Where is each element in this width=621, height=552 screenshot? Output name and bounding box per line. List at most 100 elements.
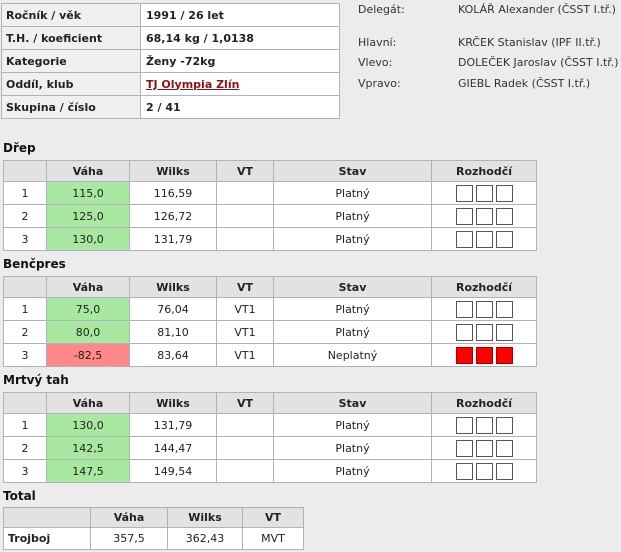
club-link[interactable]: TJ Olympia Zlín — [146, 78, 239, 91]
header-blank — [3, 507, 91, 528]
header-vt: VT — [216, 160, 274, 182]
attempt-row: 2 125,0 126,72 Platný — [3, 204, 537, 228]
jury-lights — [432, 416, 536, 434]
attempt-status: Platný — [273, 413, 432, 437]
attempt-vt — [216, 413, 274, 437]
referee-role: Vlevo: — [358, 56, 393, 69]
attempt-vt: VT1 — [216, 320, 274, 344]
jury-light-red — [455, 346, 473, 364]
lift-header-row: Váha Wilks VT Stav Rozhodčí — [3, 160, 537, 182]
attempt-weight: 142,5 — [46, 436, 130, 460]
attempt-number: 1 — [3, 413, 47, 437]
attempt-vt — [216, 436, 274, 460]
attempt-status: Platný — [273, 181, 432, 205]
jury-light-empty — [495, 439, 513, 457]
attempt-number: 2 — [3, 436, 47, 460]
attempt-wilks: 144,47 — [129, 436, 217, 460]
jury-light-empty — [475, 300, 493, 318]
referee-name: KRČEK Stanislav (IPF II.tř.) — [458, 36, 601, 49]
jury-lights — [432, 323, 536, 341]
jury-light-empty — [475, 323, 493, 341]
referee-role: Vpravo: — [358, 77, 401, 90]
attempt-row: 2 80,0 81,10 VT1 Platný — [3, 320, 537, 344]
attempt-row: 1 115,0 116,59 Platný — [3, 181, 537, 205]
attempt-wilks: 131,79 — [129, 227, 217, 251]
attempt-vt — [216, 181, 274, 205]
section-title: Benčpres — [3, 257, 66, 271]
attempt-vt: VT1 — [216, 343, 274, 367]
lift-table: Váha Wilks VT Stav Rozhodčí 1 130,0 131,79 Platn… — [3, 392, 537, 483]
header-wilks: Wilks — [129, 276, 217, 298]
info-label: Kategorie — [1, 49, 141, 73]
header-vt: VT — [216, 276, 274, 298]
attempt-status: Platný — [273, 204, 432, 228]
attempt-wilks: 126,72 — [129, 204, 217, 228]
attempt-weight: 75,0 — [46, 297, 130, 321]
attempt-jury — [431, 459, 537, 483]
referee-role: Delegát: — [358, 3, 405, 16]
jury-light-empty — [495, 323, 513, 341]
header-vaha: Váha — [46, 276, 130, 298]
total-wilks: 362,43 — [167, 527, 243, 550]
referee-name: GIEBL Radek (ČSST I.tř.) — [458, 77, 591, 90]
info-label: Skupina / číslo — [1, 95, 141, 119]
header-rozhodci: Rozhodčí — [431, 160, 537, 182]
attempt-weight: 115,0 — [46, 181, 130, 205]
jury-light-empty — [495, 462, 513, 480]
header-attempt — [3, 276, 47, 298]
attempt-number: 3 — [3, 459, 47, 483]
header-rozhodci: Rozhodčí — [431, 276, 537, 298]
attempt-jury — [431, 320, 537, 344]
info-value: Ženy -72kg — [140, 49, 340, 73]
info-value: 68,14 kg / 1,0138 — [140, 26, 340, 50]
attempt-wilks: 131,79 — [129, 413, 217, 437]
referee-role: Hlavní: — [358, 36, 397, 49]
jury-light-red — [475, 346, 493, 364]
attempt-jury — [431, 297, 537, 321]
attempt-status: Platný — [273, 227, 432, 251]
jury-light-empty — [455, 230, 473, 248]
referee-name: DOLEČEK Jaroslav (ČSST I.tř.) — [458, 56, 619, 69]
attempt-row: 3 147,5 149,54 Platný — [3, 459, 537, 483]
attempt-weight: 130,0 — [46, 413, 130, 437]
info-row: Oddíl, klub TJ Olympia Zlín — [1, 72, 340, 96]
jury-light-empty — [475, 439, 493, 457]
header-stav: Stav — [273, 276, 432, 298]
header-stav: Stav — [273, 392, 432, 414]
attempt-status: Platný — [273, 436, 432, 460]
section-title: Dřep — [3, 141, 36, 155]
attempt-wilks: 83,64 — [129, 343, 217, 367]
attempt-row: 2 142,5 144,47 Platný — [3, 436, 537, 460]
jury-light-empty — [495, 416, 513, 434]
attempt-weight: 130,0 — [46, 227, 130, 251]
jury-light-empty — [455, 416, 473, 434]
attempt-vt — [216, 459, 274, 483]
attempt-weight: 125,0 — [46, 204, 130, 228]
info-row: Kategorie Ženy -72kg — [1, 49, 340, 73]
jury-light-empty — [455, 207, 473, 225]
attempt-number: 1 — [3, 181, 47, 205]
jury-light-empty — [475, 230, 493, 248]
attempt-wilks: 81,10 — [129, 320, 217, 344]
attempt-number: 1 — [3, 297, 47, 321]
header-vt: VT — [216, 392, 274, 414]
header-stav: Stav — [273, 160, 432, 182]
jury-lights — [432, 230, 536, 248]
attempt-vt: VT1 — [216, 297, 274, 321]
info-row: Ročník / věk 1991 / 26 let — [1, 3, 340, 27]
jury-lights — [432, 184, 536, 202]
attempt-weight: 147,5 — [46, 459, 130, 483]
attempt-row: 3 130,0 131,79 Platný — [3, 227, 537, 251]
attempt-jury — [431, 204, 537, 228]
jury-light-empty — [455, 300, 473, 318]
jury-lights — [432, 462, 536, 480]
lift-header-row: Váha Wilks VT Stav Rozhodčí — [3, 276, 537, 298]
attempt-status: Platný — [273, 297, 432, 321]
header-vt: VT — [242, 507, 304, 528]
jury-light-empty — [475, 207, 493, 225]
jury-light-empty — [455, 184, 473, 202]
jury-light-red — [495, 346, 513, 364]
total-row: Trojboj 357,5 362,43 MVT — [3, 527, 304, 550]
total-vaha: 357,5 — [90, 527, 168, 550]
attempt-number: 2 — [3, 320, 47, 344]
